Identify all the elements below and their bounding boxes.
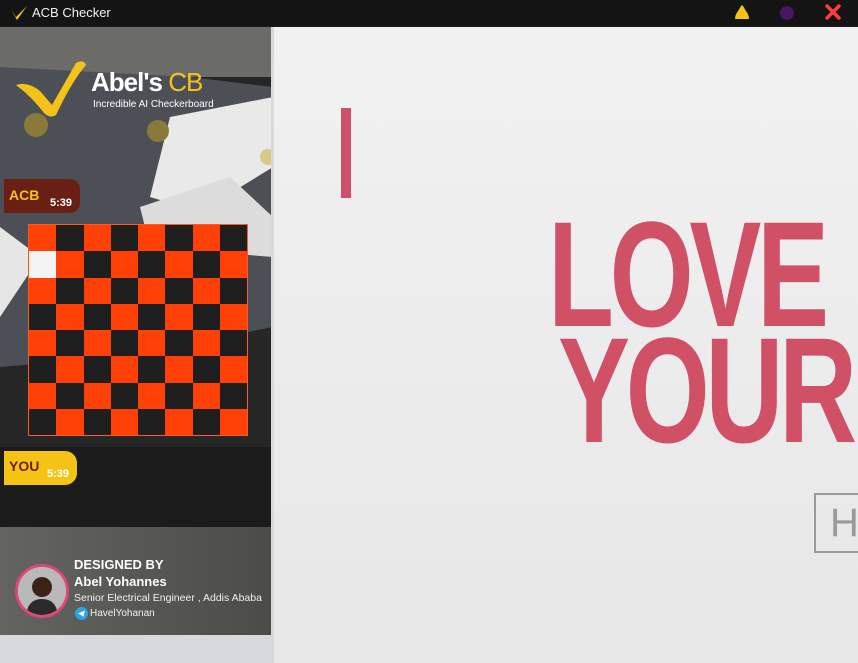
board-square[interactable] (110, 303, 138, 330)
board-square[interactable] (83, 408, 111, 435)
minimize-button[interactable] (731, 3, 753, 23)
board-square[interactable] (29, 330, 57, 357)
board-square[interactable] (165, 356, 193, 383)
board-square[interactable] (192, 382, 220, 409)
avatar-portrait-icon (18, 567, 66, 615)
main-view: LOVE YOUR H (273, 27, 858, 663)
board-square[interactable] (138, 225, 166, 252)
board-square[interactable] (56, 408, 84, 435)
credits-footer-bar (0, 635, 273, 663)
board-square[interactable] (219, 356, 247, 383)
credits-heading: DESIGNED BY (74, 557, 164, 572)
board-square[interactable] (110, 408, 138, 435)
user-badge: YOU 5:39 (4, 451, 77, 485)
opponent-name: ACB (9, 187, 40, 203)
board-square[interactable] (29, 225, 57, 252)
board-square[interactable] (165, 225, 193, 252)
board-square[interactable] (165, 330, 193, 357)
avatar (15, 564, 69, 618)
board-square[interactable] (56, 251, 84, 278)
title-bar: ACB Checker (0, 0, 858, 26)
window-title: ACB Checker (32, 5, 111, 20)
board-square[interactable] (138, 330, 166, 357)
board-square[interactable] (192, 408, 220, 435)
opponent-timer: 5:39 (49, 197, 72, 209)
brand-logo: Abel's CB Incredible AI Checkerboard (14, 57, 234, 117)
board-square[interactable] (83, 277, 111, 304)
brand-name-main: Abel's (91, 67, 169, 97)
board-square[interactable] (110, 330, 138, 357)
letter-box-text: H (830, 501, 858, 545)
board-square[interactable] (138, 303, 166, 330)
brand-tagline: Incredible AI Checkerboard (93, 99, 214, 110)
board-square[interactable] (192, 356, 220, 383)
board-square[interactable] (56, 330, 84, 357)
brand-name-accent: CB (168, 67, 203, 97)
board-square[interactable] (110, 382, 138, 409)
board-square[interactable] (165, 277, 193, 304)
board-square[interactable] (138, 356, 166, 383)
board-square[interactable] (165, 303, 193, 330)
board-square[interactable] (165, 382, 193, 409)
board-square[interactable] (192, 330, 220, 357)
board-square[interactable] (192, 277, 220, 304)
board-square[interactable] (29, 251, 57, 278)
board-square[interactable] (219, 382, 247, 409)
letter-box: H (814, 493, 858, 553)
board-square[interactable] (29, 277, 57, 304)
checkerboard[interactable] (28, 224, 248, 436)
opponent-badge: ACB 5:39 (4, 179, 80, 213)
board-square[interactable] (219, 251, 247, 278)
board-square[interactable] (219, 303, 247, 330)
board-square[interactable] (83, 382, 111, 409)
app-logo-icon (11, 6, 27, 20)
board-square[interactable] (110, 356, 138, 383)
board-square[interactable] (29, 356, 57, 383)
telegram-icon[interactable] (75, 607, 88, 620)
board-square[interactable] (219, 330, 247, 357)
maximize-button[interactable] (776, 3, 798, 23)
board-square[interactable] (219, 408, 247, 435)
board-square[interactable] (56, 277, 84, 304)
text-cursor (341, 108, 351, 198)
board-square[interactable] (192, 225, 220, 252)
board-square[interactable] (110, 277, 138, 304)
headline-line-2: YOUR (558, 306, 857, 474)
board-square[interactable] (83, 225, 111, 252)
board-square[interactable] (56, 356, 84, 383)
board-square[interactable] (29, 408, 57, 435)
board-square[interactable] (56, 303, 84, 330)
brand-name: Abel's CB (91, 67, 203, 98)
board-square[interactable] (138, 251, 166, 278)
board-square[interactable] (219, 277, 247, 304)
board-square[interactable] (29, 382, 57, 409)
board-square[interactable] (192, 303, 220, 330)
board-square[interactable] (83, 251, 111, 278)
board-square[interactable] (83, 356, 111, 383)
panel-divider (271, 27, 274, 663)
designer-handle-link[interactable]: HavelYohanan (90, 608, 155, 619)
board-square[interactable] (138, 382, 166, 409)
board-square[interactable] (165, 251, 193, 278)
designer-name: Abel Yohannes (74, 574, 167, 589)
close-button[interactable] (822, 3, 844, 23)
game-panel: Abel's CB Incredible AI Checkerboard ACB… (0, 27, 273, 663)
board-square[interactable] (165, 408, 193, 435)
user-timer: 5:39 (46, 468, 69, 480)
board-square[interactable] (219, 225, 247, 252)
board-square[interactable] (83, 330, 111, 357)
board-square[interactable] (138, 277, 166, 304)
board-square[interactable] (110, 225, 138, 252)
board-square[interactable] (29, 303, 57, 330)
board-square[interactable] (56, 382, 84, 409)
board-square[interactable] (56, 225, 84, 252)
brand-checkmark-icon (16, 61, 86, 117)
user-name: YOU (9, 458, 40, 474)
board-square[interactable] (110, 251, 138, 278)
designer-role: Senior Electrical Engineer , Addis Ababa (74, 592, 262, 604)
board-square[interactable] (138, 408, 166, 435)
board-square[interactable] (83, 303, 111, 330)
board-square[interactable] (192, 251, 220, 278)
